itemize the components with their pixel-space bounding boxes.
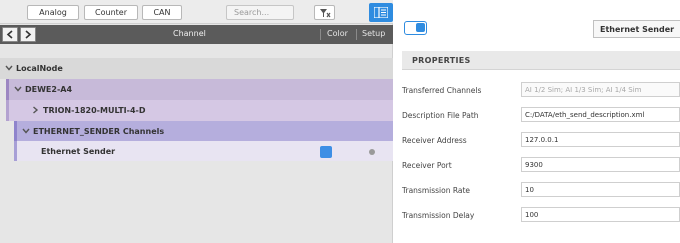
tree-node-trion[interactable]: TRION-1820-MULTI-4-D xyxy=(6,100,393,121)
prop-label-receiver-port: Receiver Port xyxy=(402,161,452,170)
transmission-delay-field[interactable]: 100 xyxy=(521,207,680,222)
channel-details-pane: Ethernet Sender PROPERTIES Transferred C… xyxy=(394,0,680,243)
tree-node-localnode[interactable]: LocalNode xyxy=(0,58,393,79)
next-button[interactable] xyxy=(20,27,36,42)
filter-clear-icon xyxy=(320,9,331,18)
channel-toolbar: Analog Counter CAN Search... xyxy=(0,0,393,24)
channel-name-field[interactable]: Ethernet Sender xyxy=(593,20,680,38)
tree-node-label: TRION-1820-MULTI-4-D xyxy=(43,106,146,115)
channel-name: Ethernet Sender xyxy=(41,147,116,156)
toggle-knob xyxy=(416,23,425,32)
counter-filter-button[interactable]: Counter xyxy=(84,5,138,20)
analog-filter-button[interactable]: Analog xyxy=(27,5,79,20)
color-column-title[interactable]: Color xyxy=(327,29,348,38)
setup-dot-icon[interactable] xyxy=(369,149,375,155)
chevron-right-icon[interactable] xyxy=(31,106,39,114)
prop-label-transferred-channels: Transferred Channels xyxy=(402,86,482,95)
prop-label-transmission-delay: Transmission Delay xyxy=(402,211,475,220)
tree-node-label: ETHERNET_SENDER Channels xyxy=(33,127,165,136)
tree-node-label: LocalNode xyxy=(16,64,63,73)
tree-node-dewe2-a4[interactable]: DEWE2-A4 xyxy=(6,79,393,100)
clear-filter-button[interactable] xyxy=(314,5,335,20)
prop-label-transmission-rate: Transmission Rate xyxy=(402,186,471,195)
channel-enable-toggle[interactable] xyxy=(404,21,427,35)
transferred-channels-field[interactable]: AI 1/2 Sim; AI 1/3 Sim; AI 1/4 Sim xyxy=(521,82,680,97)
setup-column-title[interactable]: Setup xyxy=(362,29,385,38)
chevron-right-icon xyxy=(25,30,32,39)
previous-button[interactable] xyxy=(2,27,18,42)
prop-label-receiver-address: Receiver Address xyxy=(402,136,467,145)
receiver-port-field[interactable]: 9300 xyxy=(521,157,680,172)
receiver-address-field[interactable]: 127.0.0.1 xyxy=(521,132,680,147)
tree-node-label: DEWE2-A4 xyxy=(25,85,73,94)
tree-node-ethernet-sender-channels[interactable]: ETHERNET_SENDER Channels xyxy=(14,121,393,142)
channel-row-ethernet-sender[interactable]: Ethernet Sender xyxy=(14,141,393,161)
channel-color-swatch[interactable] xyxy=(320,146,332,158)
column-divider xyxy=(356,29,357,40)
search-input[interactable]: Search... xyxy=(226,5,294,20)
chevron-left-icon xyxy=(6,30,13,39)
panel-toggle-icon xyxy=(374,7,388,18)
transmission-rate-field[interactable]: 10 xyxy=(521,182,680,197)
can-filter-button[interactable]: CAN xyxy=(142,5,182,20)
chevron-down-icon[interactable] xyxy=(22,127,30,135)
column-divider xyxy=(320,29,321,40)
properties-header: PROPERTIES xyxy=(402,51,680,70)
description-file-path-field[interactable]: C:/DATA/eth_send_description.xml xyxy=(521,107,680,122)
prop-label-description-file-path: Description File Path xyxy=(402,111,479,120)
channel-list-pane: Analog Counter CAN Search... Channel Col… xyxy=(0,0,393,243)
chevron-down-icon[interactable] xyxy=(14,85,22,93)
channel-column-header: Channel Color Setup xyxy=(0,25,393,44)
panel-toggle-button[interactable] xyxy=(369,3,393,22)
channel-column-title[interactable]: Channel xyxy=(173,29,206,38)
chevron-down-icon[interactable] xyxy=(5,64,13,72)
